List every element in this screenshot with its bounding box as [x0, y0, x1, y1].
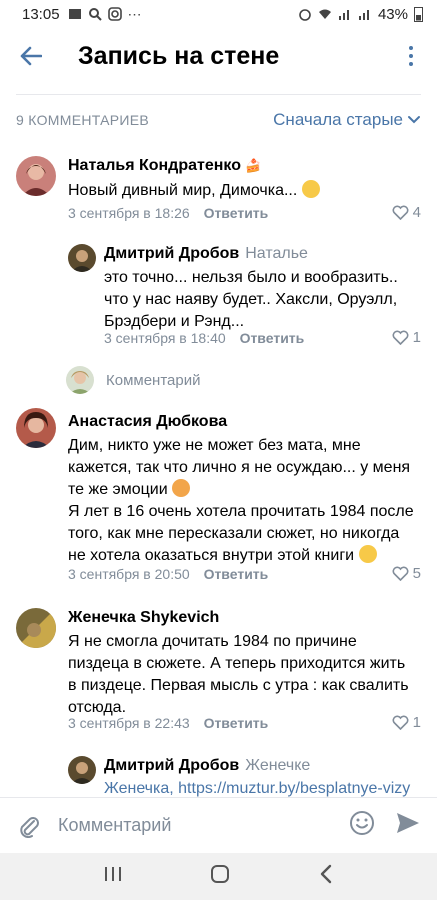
back-nav-button[interactable]: [319, 864, 333, 889]
comment-item: Наталья Кондратенко 🍰 Новый дивный мир, …: [0, 152, 437, 222]
attach-button[interactable]: [0, 814, 58, 838]
comment-composer: Комментарий: [0, 797, 437, 853]
sort-dropdown[interactable]: Сначала старые: [273, 110, 421, 130]
comment-reply: Дмитрий Дробов Женечке Женечка, https://m…: [0, 752, 437, 797]
mention-link[interactable]: Женечка: [104, 780, 169, 797]
status-time: 13:05: [22, 5, 60, 23]
comment-date: 3 сентября в 22:43: [68, 715, 190, 731]
recent-apps-button[interactable]: [104, 866, 122, 887]
signal-icon-2: [358, 10, 369, 20]
wifi-icon: [318, 9, 331, 19]
alarm-icon: [299, 9, 311, 21]
signal-icon: [338, 10, 349, 20]
reply-to: Женечке: [245, 757, 311, 774]
home-button[interactable]: [210, 864, 230, 889]
like-button[interactable]: 5: [392, 565, 421, 582]
cake-icon: 🍰: [245, 158, 262, 173]
comment-author[interactable]: Дмитрий Дробов Женечке: [104, 757, 310, 775]
heart-icon: [392, 566, 409, 581]
url-link[interactable]: https://muztur.by/besplatnye-vizy: [178, 780, 410, 797]
like-count: 1: [412, 714, 421, 731]
comment-author[interactable]: Анастасия Дюбкова: [68, 413, 227, 431]
comments-header: 9 КОММЕНТАРИЕВ Сначала старые: [0, 104, 437, 136]
reply-button[interactable]: Ответить: [240, 330, 305, 346]
paperclip-icon: [20, 816, 39, 838]
chevron-down-icon: [408, 116, 420, 124]
like-button[interactable]: 1: [392, 329, 421, 346]
sort-label: Сначала старые: [273, 110, 403, 129]
avatar[interactable]: [16, 608, 56, 648]
comment-meta: 3 сентября в 22:43 Ответить: [68, 715, 268, 731]
home-icon: [211, 865, 230, 883]
gallery-icon: [68, 9, 81, 19]
emoji-button[interactable]: [349, 810, 375, 841]
app-bar: Запись на стене: [0, 28, 437, 84]
avatar: [66, 366, 94, 394]
comment-meta: 3 сентября в 20:50 Ответить: [68, 566, 268, 582]
more-dots-icon: [409, 46, 413, 50]
comments-count: 9 КОММЕНТАРИЕВ: [16, 112, 150, 128]
more-notifications-icon: ⋯: [127, 5, 142, 22]
comment-author[interactable]: Женечка Shykevich: [68, 609, 219, 627]
reply-button[interactable]: Ответить: [204, 715, 269, 731]
comment-author[interactable]: Наталья Кондратенко 🍰: [68, 157, 262, 175]
comment-item: Женечка Shykevich Я не смогла дочитать 1…: [0, 604, 437, 734]
divider: [16, 94, 421, 95]
smile-icon: [350, 811, 374, 835]
instagram-icon: [107, 7, 122, 21]
comment-meta: 3 сентября в 18:26 Ответить: [68, 205, 268, 221]
avatar[interactable]: [16, 156, 56, 196]
like-count: 4: [412, 204, 421, 221]
avatar[interactable]: [16, 408, 56, 448]
page-title: Запись на стене: [78, 41, 280, 70]
reply-button[interactable]: Ответить: [204, 566, 269, 582]
back-button[interactable]: [6, 28, 56, 84]
comment-reply: Дмитрий Дробов Наталье это точно... нельз…: [0, 240, 437, 350]
battery-level: 43%: [377, 5, 408, 23]
emoji-icon: [301, 180, 320, 198]
send-button[interactable]: [395, 811, 421, 840]
comment-item: Анастасия Дюбкова Дим, никто уже не може…: [0, 404, 437, 594]
comment-author[interactable]: Дмитрий Дробов Наталье: [104, 245, 308, 263]
emoji-icon: [172, 479, 191, 497]
comment-text: Новый дивный мир, Димочка...: [68, 180, 408, 202]
comment-text: Я не смогла дочитать 1984 по причине пиз…: [68, 633, 409, 716]
like-count: 1: [412, 329, 421, 346]
status-bar: 13:05 ⋯ 43%: [0, 0, 437, 28]
comment-text: это точно... нельзя было и вообразить.. …: [104, 269, 398, 330]
thread-reply-placeholder: Комментарий: [106, 371, 201, 389]
recent-apps-icon: [105, 867, 122, 881]
avatar[interactable]: [68, 244, 96, 272]
heart-icon: [392, 330, 409, 345]
reply-button[interactable]: Ответить: [204, 205, 269, 221]
search-icon: [88, 8, 102, 21]
thread-reply-input[interactable]: Комментарий: [66, 366, 200, 394]
comment-date: 3 сентября в 18:40: [104, 330, 226, 346]
avatar[interactable]: [68, 756, 96, 784]
like-count: 5: [412, 565, 421, 582]
comment-meta: 3 сентября в 18:40 Ответить: [104, 330, 304, 346]
like-button[interactable]: 1: [392, 714, 421, 731]
arrow-left-icon: [20, 46, 42, 66]
heart-icon: [392, 715, 409, 730]
send-icon: [397, 813, 419, 833]
comment-input[interactable]: Комментарий: [58, 815, 171, 836]
heart-icon: [392, 205, 409, 220]
system-nav-bar: [0, 853, 437, 900]
more-menu-button[interactable]: [401, 42, 421, 70]
reply-to: Наталье: [245, 245, 308, 262]
comment-date: 3 сентября в 18:26: [68, 205, 190, 221]
like-button[interactable]: 4: [392, 204, 421, 221]
battery-icon: [414, 7, 423, 22]
comment-date: 3 сентября в 20:50: [68, 566, 190, 582]
chevron-left-icon: [320, 864, 332, 884]
comment-text: Женечка, https://muztur.by/besplatnye-vi…: [104, 780, 411, 797]
emoji-icon: [358, 545, 377, 563]
comment-text: Дим, никто уже не может без мата, мне ка…: [68, 437, 414, 564]
